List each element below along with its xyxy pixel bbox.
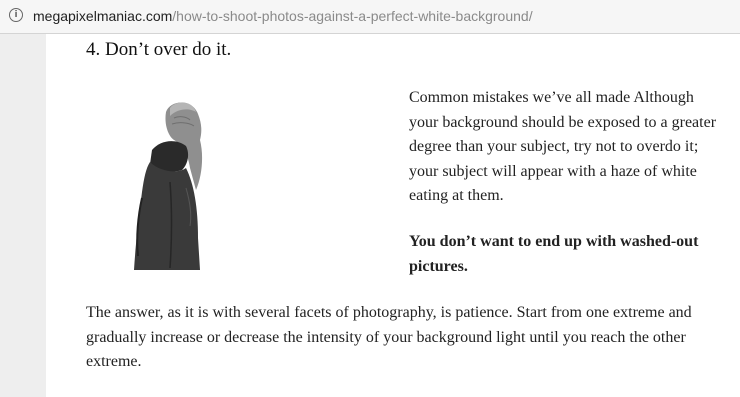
section-heading: 4. Don’t over do it. [86, 39, 232, 60]
person-photo [134, 102, 203, 270]
url-host: megapixelmaniac.com [33, 8, 173, 24]
article-content: 4. Don’t over do it. Common mistakes we’… [46, 34, 740, 397]
address-bar[interactable]: i megapixelmaniac.com/how-to-shoot-photo… [0, 0, 740, 34]
article-paragraph: Common mistakes we’ve all made Although … [409, 89, 717, 204]
info-icon[interactable]: i [9, 8, 23, 22]
url-text[interactable]: megapixelmaniac.com/how-to-shoot-photos-… [33, 8, 533, 24]
article-closing-paragraph: The answer, as it is with several facets… [86, 304, 692, 370]
article-bold-paragraph: You don’t want to end up with washed-out… [409, 233, 699, 275]
url-path: /how-to-shoot-photos-against-a-perfect-w… [172, 8, 533, 24]
page-left-gutter [0, 34, 46, 397]
